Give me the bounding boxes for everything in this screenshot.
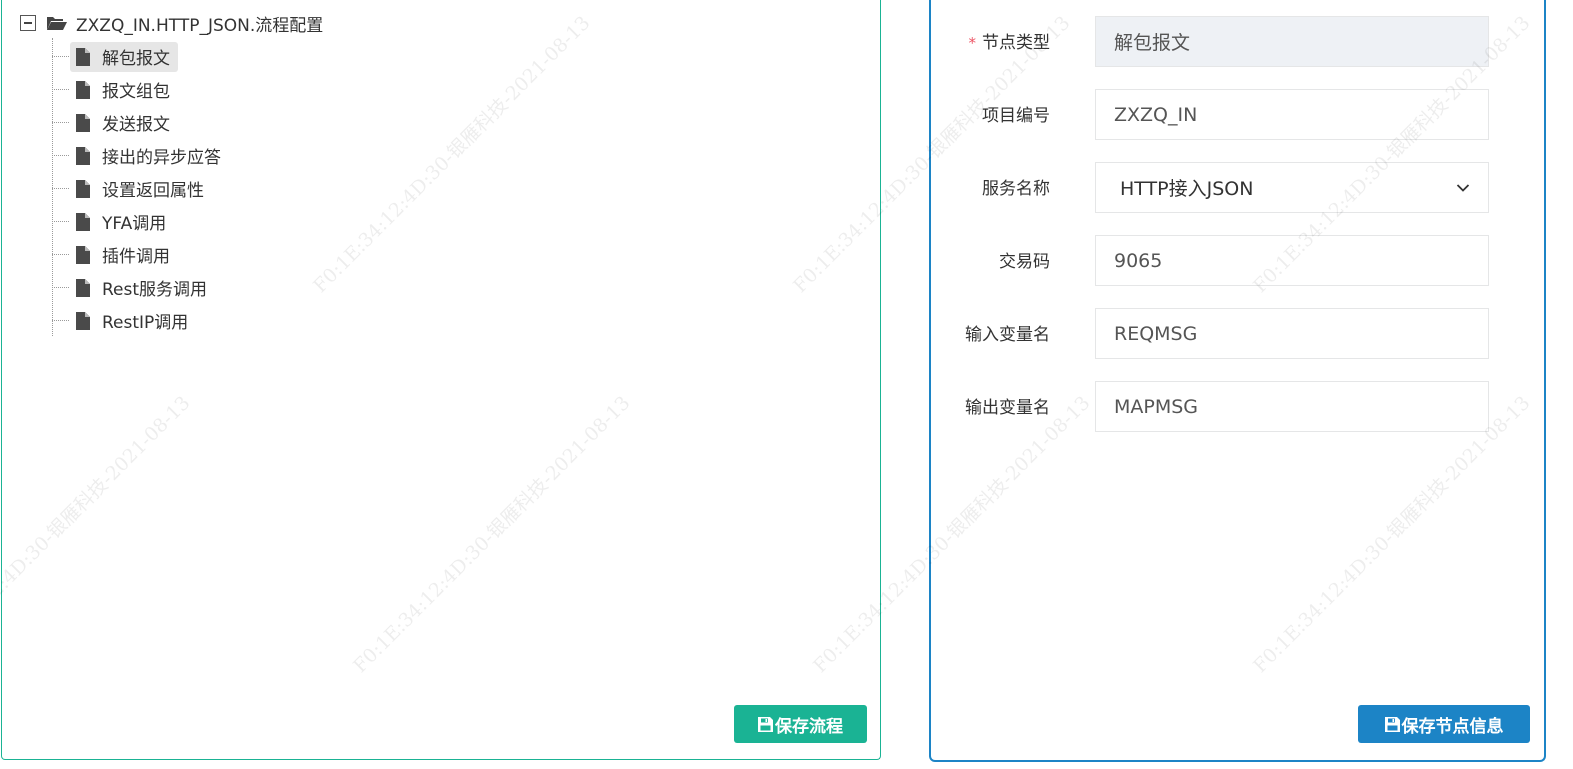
- tree-item: 解包报文: [52, 40, 229, 73]
- floppy-disk-icon: [758, 716, 773, 732]
- save-node-label: 保存节点信息: [1401, 716, 1504, 737]
- node-form-panel: * 节点类型 项目编号 服务名称 HTTP接入JSON 交易码 输入变量名: [929, 0, 1546, 762]
- form-row-service-name: 服务名称 HTTP接入JSON: [931, 162, 1544, 214]
- tree-node-rest-service-call[interactable]: Rest服务调用: [70, 273, 215, 303]
- save-node-button[interactable]: 保存节点信息: [1358, 705, 1530, 743]
- node-type-label: * 节点类型: [969, 28, 1051, 53]
- tree-children: 解包报文 报文组包 发送报文 接出的异步应答 设置返回属性 YFA调用 插件调用…: [52, 40, 229, 337]
- required-mark: *: [968, 34, 977, 52]
- tree-root-label: ZXZQ_IN.HTTP_JSON.流程配置: [76, 15, 324, 36]
- transaction-code-label: 交易码: [999, 252, 1050, 272]
- tree-item: 报文组包: [52, 73, 229, 106]
- form-row-output-var: 输出变量名: [931, 381, 1544, 433]
- tree-branch-line: [52, 89, 69, 90]
- tree-node-label: 发送报文: [102, 115, 170, 135]
- tree-item: 设置返回属性: [52, 172, 229, 205]
- tree-item: RestIP调用: [52, 304, 229, 337]
- tree-node-restip-call[interactable]: RestIP调用: [70, 306, 196, 336]
- flow-tree-panel: ZXZQ_IN.HTTP_JSON.流程配置 解包报文 报文组包 发送报文 接出…: [1, 0, 881, 760]
- folder-open-icon: [46, 15, 68, 31]
- tree-branch-line: [52, 254, 69, 255]
- file-icon: [76, 47, 90, 66]
- tree-branch-line: [52, 56, 69, 57]
- input-var-field[interactable]: [1095, 308, 1489, 359]
- node-type-field[interactable]: [1095, 16, 1489, 67]
- tree-item: 接出的异步应答: [52, 139, 229, 172]
- tree-item: Rest服务调用: [52, 271, 229, 304]
- tree-node-plugin-call[interactable]: 插件调用: [70, 240, 178, 270]
- tree-branch-line: [52, 155, 69, 156]
- project-code-label: 项目编号: [982, 106, 1050, 126]
- tree-node-set-return-attr[interactable]: 设置返回属性: [70, 174, 212, 204]
- tree-node-label: 插件调用: [102, 247, 170, 267]
- tree-node-label: 设置返回属性: [102, 181, 204, 201]
- file-icon: [76, 278, 90, 297]
- minus-square-icon[interactable]: [20, 15, 36, 31]
- tree-node-label: 接出的异步应答: [102, 148, 221, 168]
- tree-item: 发送报文: [52, 106, 229, 139]
- output-var-label: 输出变量名: [965, 398, 1050, 418]
- service-name-select[interactable]: HTTP接入JSON: [1095, 162, 1489, 213]
- tree-node-label: YFA调用: [102, 214, 167, 234]
- input-var-label: 输入变量名: [965, 325, 1050, 345]
- tree-node-unpack-message[interactable]: 解包报文: [70, 41, 178, 72]
- file-icon: [76, 179, 90, 198]
- tree-node-pack-message[interactable]: 报文组包: [70, 75, 178, 105]
- tree-node-send-message[interactable]: 发送报文: [70, 108, 178, 138]
- node-type-label-text: 节点类型: [982, 33, 1050, 53]
- project-code-field[interactable]: [1095, 89, 1489, 140]
- tree-branch-line: [52, 287, 69, 288]
- tree-branch-line: [52, 221, 69, 222]
- tree-node-label: RestIP调用: [102, 313, 189, 333]
- tree-item: YFA调用: [52, 205, 229, 238]
- form-row-input-var: 输入变量名: [931, 308, 1544, 360]
- transaction-code-field[interactable]: [1095, 235, 1489, 286]
- output-var-field[interactable]: [1095, 381, 1489, 432]
- form-row-node-type: * 节点类型: [931, 16, 1544, 68]
- tree-branch-line: [52, 122, 69, 123]
- file-icon: [76, 80, 90, 99]
- file-icon: [76, 113, 90, 132]
- tree-branch-line: [52, 320, 69, 321]
- tree-node-async-reply[interactable]: 接出的异步应答: [70, 141, 229, 171]
- tree-node-yfa-call[interactable]: YFA调用: [70, 207, 174, 237]
- service-name-label: 服务名称: [982, 179, 1050, 199]
- tree-item: 插件调用: [52, 238, 229, 271]
- form-row-project-code: 项目编号: [931, 89, 1544, 141]
- file-icon: [76, 245, 90, 264]
- form-row-transaction-code: 交易码: [931, 235, 1544, 287]
- tree-node-label: Rest服务调用: [102, 280, 208, 300]
- file-icon: [76, 212, 90, 231]
- tree-root[interactable]: ZXZQ_IN.HTTP_JSON.流程配置: [20, 12, 324, 36]
- file-icon: [76, 311, 90, 330]
- floppy-disk-icon: [1384, 716, 1400, 732]
- file-icon: [76, 146, 90, 165]
- chevron-down-icon: [1456, 183, 1470, 193]
- service-name-value: HTTP接入JSON: [1120, 178, 1254, 200]
- page: ZXZQ_IN.HTTP_JSON.流程配置 解包报文 报文组包 发送报文 接出…: [0, 0, 1573, 769]
- tree-node-label: 报文组包: [102, 82, 170, 102]
- tree-node-label: 解包报文: [102, 49, 170, 69]
- save-flow-button[interactable]: 保存流程: [734, 705, 867, 743]
- save-flow-label: 保存流程: [775, 716, 843, 737]
- tree-branch-line: [52, 188, 69, 189]
